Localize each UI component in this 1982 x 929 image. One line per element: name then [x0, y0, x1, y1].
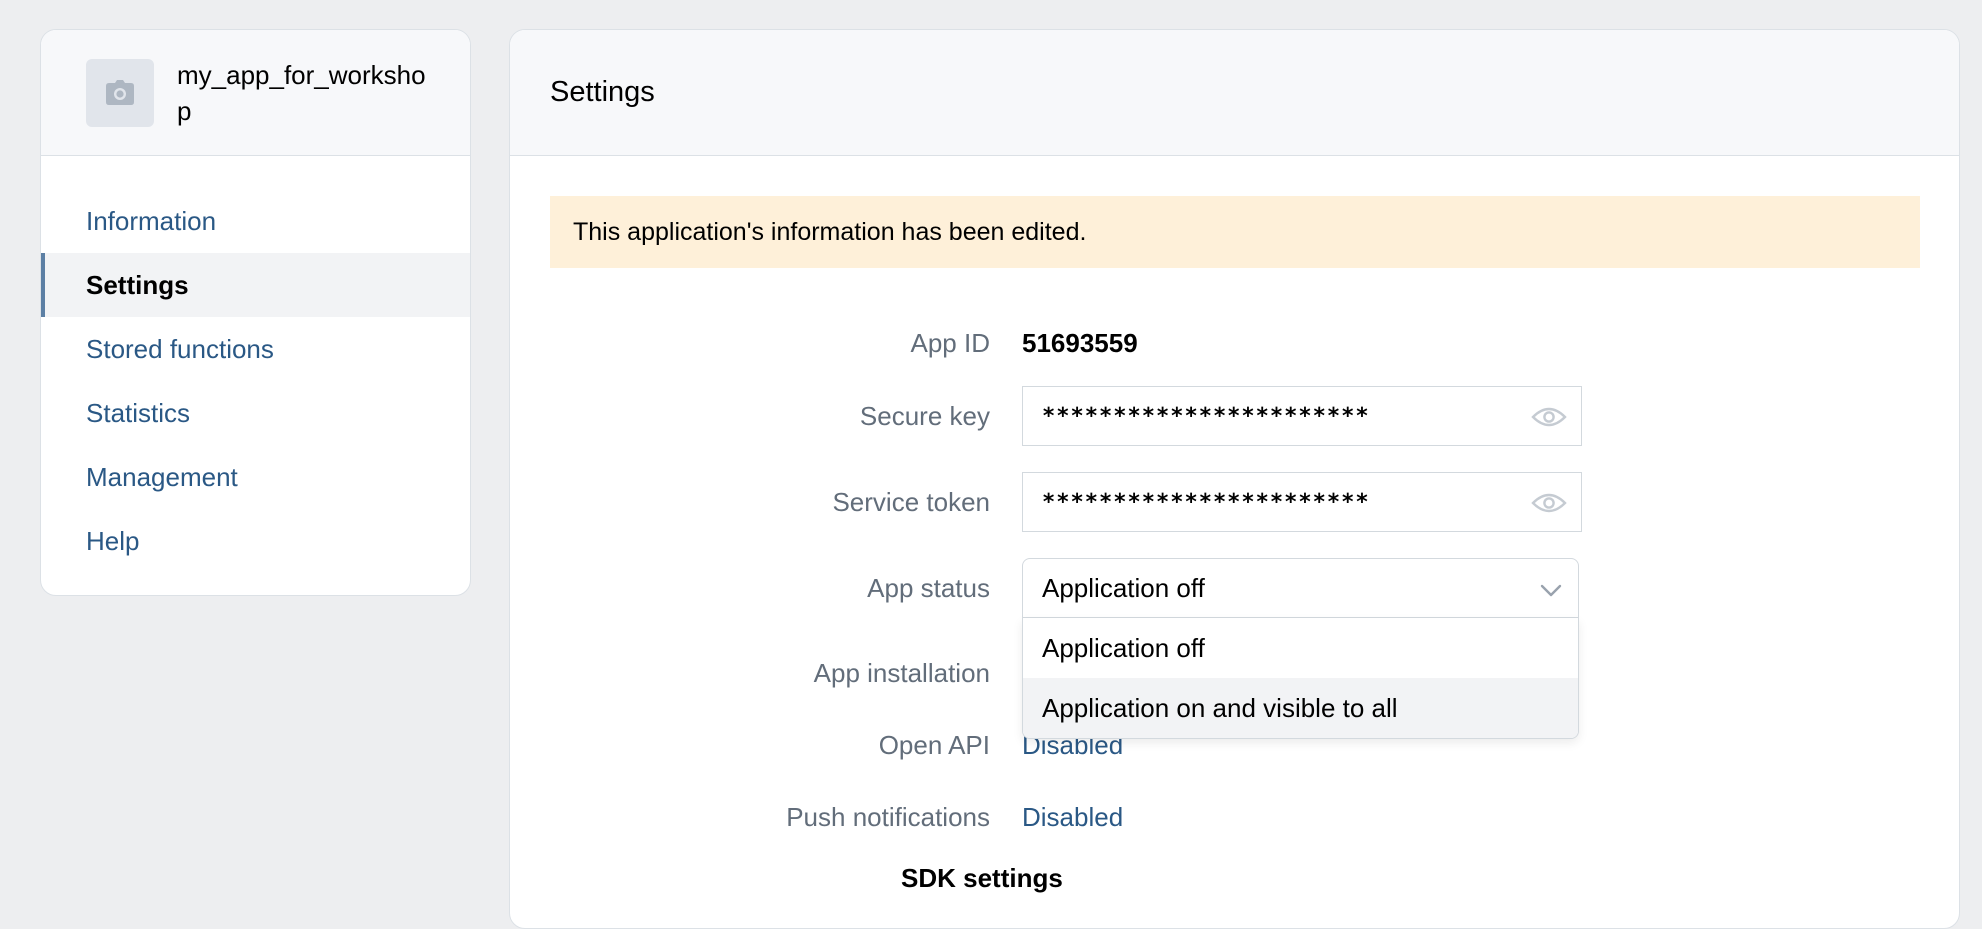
push-notifications-value[interactable]: Disabled: [1022, 787, 1123, 847]
app-status-dropdown: Application off Application on and visib…: [1022, 618, 1579, 739]
dropdown-option-application-on[interactable]: Application on and visible to all: [1023, 678, 1578, 738]
settings-panel: Settings This application's information …: [509, 29, 1960, 929]
app-status-row: App status Application off Application o…: [510, 558, 1959, 739]
push-notifications-label: Push notifications: [786, 801, 990, 832]
page-title: Settings: [550, 76, 655, 108]
service-token-value: ***********************: [1042, 489, 1370, 515]
eye-icon[interactable]: [1531, 489, 1567, 517]
service-token-label: Service token: [832, 486, 990, 517]
secure-key-field[interactable]: ***********************: [1022, 386, 1582, 446]
sidebar-item-settings[interactable]: Settings: [41, 253, 470, 317]
secure-key-label: Secure key: [859, 400, 990, 431]
edited-notice: This application's information has been …: [550, 196, 1920, 268]
app-avatar[interactable]: [86, 58, 154, 127]
app-status-label: App status: [867, 572, 990, 603]
sidebar: my_app_for_workshop Information Settings…: [40, 29, 471, 596]
panel-header: Settings: [510, 30, 1959, 156]
app-status-select[interactable]: Application off: [1022, 558, 1579, 618]
push-notifications-row: Push notifications Disabled: [510, 787, 1959, 847]
eye-icon[interactable]: [1531, 403, 1567, 431]
app-id-value: 51693559: [1022, 327, 1138, 358]
service-token-field[interactable]: ***********************: [1022, 472, 1582, 532]
service-token-row: Service token ***********************: [510, 472, 1959, 532]
chevron-down-icon: [1540, 584, 1562, 597]
open-api-label: Open API: [878, 729, 990, 760]
sdk-settings-heading: SDK settings: [901, 863, 1063, 893]
secure-key-value: ***********************: [1042, 403, 1370, 429]
camera-icon: [106, 79, 134, 105]
app-name: my_app_for_workshop: [177, 59, 426, 126]
app-id-row: App ID 51693559: [510, 313, 1959, 373]
sidebar-item-statistics[interactable]: Statistics: [41, 381, 470, 445]
app-id-label: App ID: [910, 327, 991, 358]
sidebar-item-information[interactable]: Information: [41, 189, 470, 253]
app-status-selected: Application off: [1042, 572, 1205, 603]
sidebar-item-help[interactable]: Help: [41, 509, 470, 573]
sidebar-nav: Information Settings Stored functions St…: [41, 156, 470, 573]
sidebar-item-stored-functions[interactable]: Stored functions: [41, 317, 470, 381]
sidebar-item-management[interactable]: Management: [41, 445, 470, 509]
secure-key-row: Secure key ***********************: [510, 386, 1959, 446]
sidebar-header: my_app_for_workshop: [41, 30, 470, 156]
app-installation-label: App installation: [813, 657, 990, 688]
dropdown-option-application-off[interactable]: Application off: [1023, 618, 1578, 678]
